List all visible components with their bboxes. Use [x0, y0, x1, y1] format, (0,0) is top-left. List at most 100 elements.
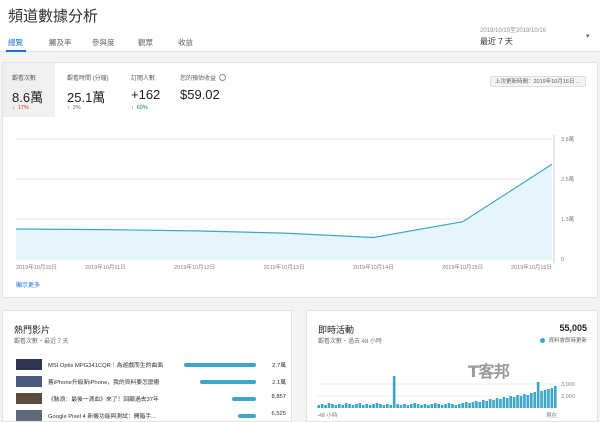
realtime-bar[interactable] [512, 397, 516, 408]
video-row[interactable]: 舊iPhone升級新iPhone，我的資料要怎麼搬 2.1萬 [16, 375, 286, 388]
realtime-bar[interactable] [399, 405, 403, 408]
video-row[interactable]: MSI Optix MPG341CQR｜為遊戲而生的曲面 2.7萬 [16, 358, 286, 371]
realtime-bar[interactable] [406, 405, 410, 408]
video-thumbnail[interactable] [16, 376, 42, 387]
tab-audience[interactable]: 觀眾 [138, 37, 153, 48]
watermark-logo: T客邦 [468, 362, 510, 381]
realtime-bar[interactable] [385, 404, 389, 408]
video-thumbnail[interactable] [16, 410, 42, 421]
realtime-bar[interactable] [344, 403, 348, 408]
realtime-bar[interactable] [468, 403, 471, 408]
realtime-bar[interactable] [523, 394, 526, 408]
realtime-bar[interactable] [502, 397, 506, 408]
realtime-bar[interactable] [403, 404, 406, 408]
realtime-bar[interactable] [382, 405, 386, 408]
realtime-bar[interactable] [533, 392, 537, 408]
video-thumbnail[interactable] [16, 359, 42, 370]
video-title[interactable]: MSI Optix MPG341CQR｜為遊戲而生的曲面 [48, 360, 176, 369]
realtime-bar[interactable] [488, 399, 492, 408]
realtime-bar[interactable] [427, 405, 430, 408]
tab-reach[interactable]: 觸及率 [49, 37, 72, 48]
realtime-bar[interactable] [540, 391, 543, 408]
realtime-bar[interactable] [519, 396, 523, 408]
realtime-bar[interactable] [420, 405, 423, 408]
realtime-bar[interactable] [526, 395, 530, 408]
realtime-bar[interactable] [464, 402, 468, 408]
realtime-bar[interactable] [392, 376, 396, 408]
realtime-bar[interactable] [348, 404, 351, 408]
realtime-bar[interactable] [495, 398, 499, 408]
video-views-bar [199, 380, 256, 384]
realtime-bar[interactable] [471, 402, 475, 408]
realtime-bar[interactable] [389, 405, 393, 408]
realtime-bar[interactable] [351, 405, 355, 408]
realtime-bar[interactable] [457, 404, 461, 408]
realtime-bar[interactable] [475, 401, 478, 408]
realtime-bar[interactable] [334, 405, 338, 408]
realtime-bar[interactable] [505, 398, 509, 408]
realtime-bar[interactable] [481, 400, 485, 408]
realtime-bar[interactable] [461, 403, 465, 408]
realtime-bar[interactable] [355, 404, 358, 408]
realtime-bar[interactable] [413, 403, 417, 408]
video-title[interactable]: 《駭浪：最後一滴血》來了！回顧過去37年 [48, 394, 176, 403]
realtime-bar[interactable] [437, 404, 441, 408]
realtime-bar[interactable] [543, 390, 547, 408]
x-tick-label: 2019年10月15日 [442, 263, 483, 271]
x-tick-label: 現在 [546, 411, 558, 419]
show-more-link[interactable]: 顯示更多 [16, 280, 40, 289]
video-thumbnail[interactable] [16, 393, 42, 404]
realtime-bar[interactable] [433, 403, 437, 408]
video-row[interactable]: 《駭浪：最後一滴血》來了！回顧過去37年 8,857 [16, 392, 286, 405]
video-views-value: 2.1萬 [272, 380, 286, 386]
realtime-bar[interactable] [499, 399, 502, 408]
realtime-bar[interactable] [492, 400, 495, 408]
y-tick-label: 1.3萬 [561, 215, 575, 223]
realtime-bar[interactable] [454, 405, 458, 408]
realtime-bar[interactable] [547, 389, 550, 408]
realtime-bar[interactable] [396, 404, 399, 408]
realtime-bar[interactable] [451, 404, 454, 408]
x-tick-label: 2019年10月13日 [264, 263, 305, 271]
chevron-down-icon[interactable]: ▾ [586, 32, 590, 40]
realtime-bar[interactable] [368, 405, 372, 408]
video-title[interactable]: 舊iPhone升級新iPhone，我的資料要怎麼搬 [48, 377, 176, 386]
realtime-bar[interactable] [361, 405, 365, 408]
realtime-bar[interactable] [485, 401, 489, 408]
realtime-bar[interactable] [509, 396, 513, 408]
realtime-bar[interactable] [447, 403, 451, 408]
date-range[interactable]: 2019/10/10至2019/10/16 [480, 25, 546, 34]
section-subtitle: 觀看次數・最近 7 天 [14, 339, 69, 345]
realtime-bar[interactable] [444, 404, 447, 408]
realtime-bar[interactable] [320, 404, 324, 408]
tab-overview[interactable]: 總覽 [8, 37, 23, 48]
realtime-bar[interactable] [365, 404, 369, 408]
video-row[interactable]: Google Pixel 4 新機功能與測試：開箱手... 6,525 [16, 409, 286, 422]
realtime-bar[interactable] [430, 404, 434, 408]
realtime-bar[interactable] [337, 404, 341, 408]
realtime-bar-chart: 3,000 2,000 -48 小時 現在 [317, 376, 575, 419]
tab-revenue[interactable]: 收益 [178, 37, 193, 48]
realtime-bar[interactable] [317, 405, 321, 408]
realtime-bar[interactable] [516, 395, 519, 408]
realtime-bar[interactable] [416, 404, 420, 408]
realtime-bar[interactable] [550, 388, 554, 408]
tab-engagement[interactable]: 參與度 [92, 37, 115, 48]
realtime-bar[interactable] [529, 393, 533, 408]
realtime-bar[interactable] [423, 404, 427, 408]
realtime-bar[interactable] [331, 404, 334, 408]
realtime-bar[interactable] [358, 403, 362, 408]
realtime-bar[interactable] [553, 386, 557, 408]
realtime-bar[interactable] [372, 404, 375, 408]
realtime-bar[interactable] [327, 403, 331, 408]
realtime-bar[interactable] [341, 405, 345, 408]
video-title[interactable]: Google Pixel 4 新機功能與測試：開箱手... [48, 411, 176, 420]
realtime-bar[interactable] [409, 404, 413, 408]
realtime-bar[interactable] [375, 403, 379, 408]
date-range-label[interactable]: 最近 7 天 [480, 36, 513, 47]
realtime-bar[interactable] [324, 405, 327, 408]
realtime-bar[interactable] [440, 405, 444, 408]
realtime-bar[interactable] [478, 402, 482, 408]
realtime-bar[interactable] [379, 404, 382, 408]
realtime-bar[interactable] [536, 382, 540, 408]
